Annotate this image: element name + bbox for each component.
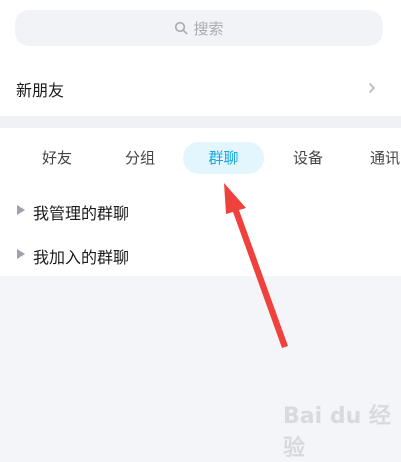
group-managed[interactable]: 我管理的群聊 xyxy=(0,195,401,225)
tab-group-chats[interactable]: 群聊 xyxy=(183,142,264,174)
top-section: 搜索 新朋友 xyxy=(0,0,401,116)
search-placeholder: 搜索 xyxy=(193,19,224,38)
contact-tabs: 好友 分组 群聊 设备 通讯 xyxy=(0,142,401,176)
search-bar[interactable]: 搜索 xyxy=(15,10,383,46)
tab-devices[interactable]: 设备 xyxy=(283,142,333,174)
watermark-logo: Bai du 经验 xyxy=(283,398,393,461)
watermark-text: Bai du 经验 xyxy=(283,404,391,461)
tab-contacts[interactable]: 通讯 xyxy=(370,142,401,174)
expand-triangle-icon xyxy=(17,205,25,215)
search-icon xyxy=(175,21,188,35)
group-joined-label: 我加入的群聊 xyxy=(33,248,130,267)
contacts-panel: 好友 分组 群聊 设备 通讯 我管理的群聊 我加入的群聊 xyxy=(0,128,401,276)
new-friends-label: 新朋友 xyxy=(16,81,65,100)
tab-groups-category[interactable]: 分组 xyxy=(115,142,165,174)
group-managed-label: 我管理的群聊 xyxy=(33,204,130,223)
tab-friends[interactable]: 好友 xyxy=(32,142,82,174)
section-divider xyxy=(0,116,401,128)
group-joined[interactable]: 我加入的群聊 xyxy=(0,239,401,269)
chevron-right-icon xyxy=(369,83,375,93)
new-friends-row[interactable]: 新朋友 xyxy=(0,67,401,111)
expand-triangle-icon xyxy=(17,249,25,259)
